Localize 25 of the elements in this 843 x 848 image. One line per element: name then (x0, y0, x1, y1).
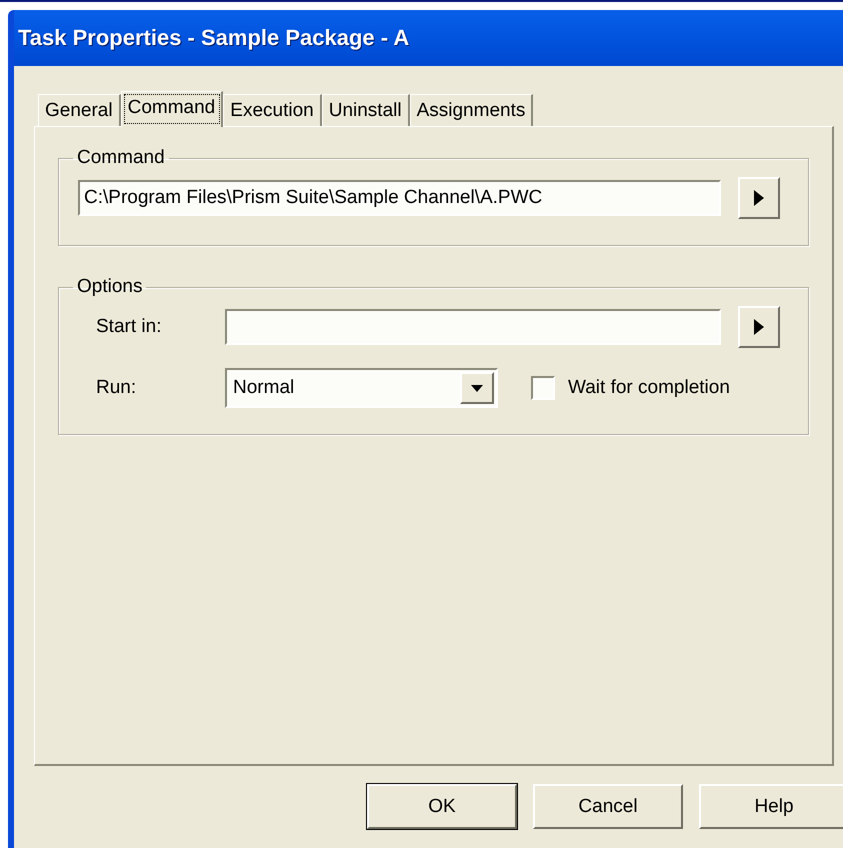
command-field[interactable]: C:\Program Files\Prism Suite\Sample Channel\A.PWC (78, 180, 721, 216)
tab[interactable]: Assignments (410, 94, 534, 126)
dropdown-button[interactable] (460, 372, 494, 404)
run-dropdown[interactable]: Normal (225, 368, 498, 408)
browse-button[interactable] (738, 177, 780, 219)
group-title: Options (76, 276, 144, 298)
tab[interactable]: Command (120, 91, 224, 127)
dialog-button[interactable]: OK (367, 784, 517, 829)
tab[interactable]: General (38, 94, 121, 126)
group-title: Command (76, 147, 166, 169)
dialog-button[interactable]: Cancel (533, 784, 683, 829)
tab[interactable]: Uninstall (322, 94, 410, 126)
dropdown-value: Normal (233, 377, 294, 399)
caret-icon (471, 384, 483, 392)
browse-button[interactable] (738, 306, 780, 348)
checkbox[interactable] (531, 376, 555, 400)
play-icon (754, 319, 764, 335)
play-icon (754, 190, 764, 206)
dialog-button[interactable]: Help (699, 784, 843, 829)
tab[interactable]: Execution (223, 94, 322, 126)
window-title: Task Properties - Sample Package - A (18, 25, 410, 51)
start-in-field[interactable] (225, 309, 721, 345)
field-label: Start in: (95, 316, 162, 338)
field-label: Run: (95, 377, 138, 399)
checkbox-label: Wait for completion (568, 377, 730, 399)
